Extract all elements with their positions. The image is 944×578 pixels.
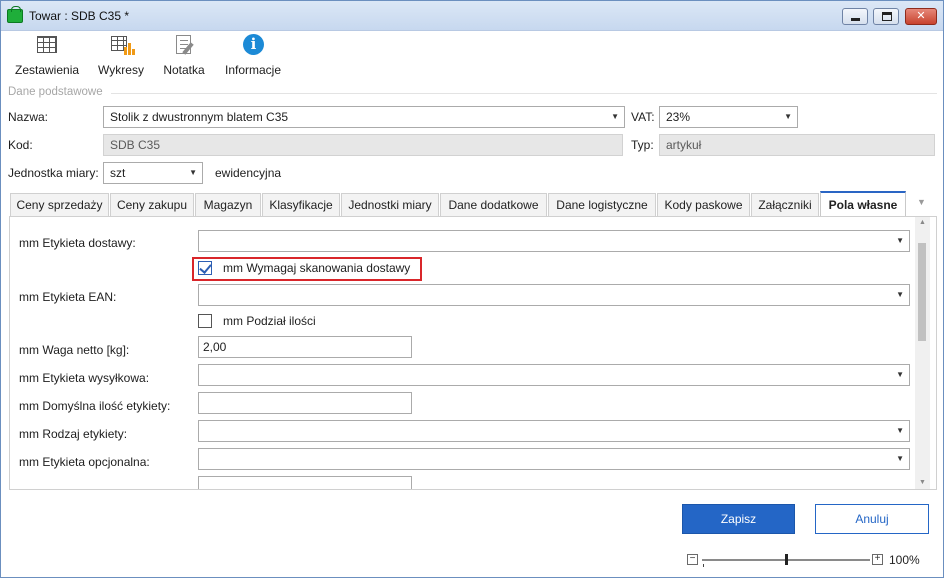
info-icon: i (241, 33, 265, 57)
domyslna-ilosc-input[interactable] (198, 392, 412, 414)
note-icon (172, 33, 196, 57)
tab-zalaczniki[interactable]: Załączniki (751, 193, 819, 217)
zestawienia-label: Zestawienia (15, 63, 80, 77)
etykieta-dostawy-combobox[interactable]: ▼ (198, 230, 910, 252)
chevron-down-icon: ▼ (189, 168, 197, 177)
chevron-down-icon: ▼ (896, 236, 904, 245)
vertical-scrollbar[interactable]: ▲ ▼ (915, 217, 930, 489)
zoom-level: 100% (889, 553, 920, 567)
checkbox-unchecked-icon[interactable] (198, 314, 212, 328)
minimize-icon (851, 18, 860, 21)
etykieta-wysylkowa-label: mm Etykieta wysyłkowa: (19, 371, 150, 385)
vat-value: 23% (666, 110, 691, 124)
toolbar: Zestawienia Wykresy Notatka i Informacje (1, 31, 943, 83)
waga-netto-label: mm Waga netto [kg]: (19, 343, 130, 357)
shopping-basket-icon (7, 6, 23, 23)
chevron-down-icon: ▼ (784, 112, 792, 121)
tab-overflow-chevron-icon[interactable]: ▼ (917, 197, 926, 207)
name-label: Nazwa: (8, 110, 49, 124)
chevron-down-icon: ▼ (896, 426, 904, 435)
section-title: Dane podstawowe (8, 86, 103, 98)
code-value: SDB C35 (110, 138, 161, 152)
zestawienia-button[interactable]: Zestawienia (15, 33, 79, 77)
tab-ceny-sprzedazy[interactable]: Ceny sprzedaży (10, 193, 109, 217)
scroll-up-icon[interactable]: ▲ (915, 219, 930, 226)
etykieta-opcjonalna-label: mm Etykieta opcjonalna: (19, 455, 150, 469)
scroll-thumb[interactable] (918, 243, 926, 341)
wykresy-label: Wykresy (98, 63, 144, 77)
custom-fields-panel: mm Etykieta dostawy: ▼ mm Wymagaj skanow… (9, 216, 937, 490)
table-icon (35, 33, 59, 57)
unit-kind-label: ewidencyjna (215, 166, 282, 180)
domyslna-ilosc-label: mm Domyślna ilość etykiety: (19, 399, 171, 413)
highlight-box (192, 257, 422, 281)
window-title: Towar : SDB C35 * (29, 9, 130, 23)
waga-netto-input[interactable]: 2,00 (198, 336, 412, 358)
unit-value: szt (110, 166, 126, 180)
etykieta-ean-combobox[interactable]: ▼ (198, 284, 910, 306)
section-divider (111, 93, 937, 94)
tab-magazyn[interactable]: Magazyn (195, 193, 261, 217)
etykieta-ean-label: mm Etykieta EAN: (19, 290, 117, 304)
informacje-button[interactable]: i Informacje (223, 33, 283, 77)
unit-label: Jednostka miary: (8, 166, 99, 180)
tab-ceny-zakupu[interactable]: Ceny zakupu (110, 193, 194, 217)
chevron-down-icon: ▼ (896, 370, 904, 379)
tab-pola-wlasne[interactable]: Pola własne (820, 191, 906, 218)
informacje-label: Informacje (224, 63, 282, 77)
notatka-label: Notatka (163, 63, 205, 77)
tab-dane-dodatkowe[interactable]: Dane dodatkowe (440, 193, 547, 217)
save-button[interactable]: Zapisz (682, 504, 795, 534)
close-button[interactable]: ✕ (905, 8, 937, 25)
tab-klasyfikacje[interactable]: Klasyfikacje (262, 193, 340, 217)
name-combobox[interactable]: Stolik z dwustronnym blatem C35 ▼ (103, 106, 625, 128)
type-label: Typ: (631, 138, 654, 152)
vat-select[interactable]: 23% ▼ (659, 106, 798, 128)
zoom-out-button[interactable]: − (687, 554, 698, 565)
name-value: Stolik z dwustronnym blatem C35 (110, 110, 289, 124)
type-field[interactable]: artykuł (659, 134, 935, 156)
tab-kody-paskowe[interactable]: Kody paskowe (657, 193, 750, 217)
chevron-down-icon: ▼ (896, 454, 904, 463)
zoom-slider-tick (703, 564, 704, 567)
next-field-input[interactable] (198, 476, 412, 489)
notatka-button[interactable]: Notatka (161, 33, 207, 77)
title-bar[interactable]: Towar : SDB C35 * ✕ (1, 1, 943, 31)
rodzaj-etykiety-combobox[interactable]: ▼ (198, 420, 910, 442)
code-field[interactable]: SDB C35 (103, 134, 623, 156)
etykieta-opcjonalna-combobox[interactable]: ▼ (198, 448, 910, 470)
type-value: artykuł (666, 138, 702, 152)
zoom-slider-thumb[interactable] (785, 554, 788, 565)
product-window: Towar : SDB C35 * ✕ Zestawienia Wykresy … (0, 0, 944, 578)
etykieta-wysylkowa-combobox[interactable]: ▼ (198, 364, 910, 386)
close-icon: ✕ (916, 10, 926, 22)
code-label: Kod: (8, 138, 33, 152)
chevron-down-icon: ▼ (896, 290, 904, 299)
unit-select[interactable]: szt ▼ (103, 162, 203, 184)
chart-table-icon (109, 33, 135, 57)
zoom-in-button[interactable]: + (872, 554, 883, 565)
wykresy-button[interactable]: Wykresy (97, 33, 145, 77)
tab-dane-logistyczne[interactable]: Dane logistyczne (548, 193, 656, 217)
podzial-ilosci-label: mm Podział ilości (223, 314, 316, 328)
scroll-down-icon[interactable]: ▼ (915, 479, 930, 486)
rodzaj-etykiety-label: mm Rodzaj etykiety: (19, 427, 128, 441)
etykieta-dostawy-label: mm Etykieta dostawy: (19, 236, 136, 250)
vat-label: VAT: (631, 110, 655, 124)
cancel-button[interactable]: Anuluj (815, 504, 929, 534)
chevron-down-icon: ▼ (611, 112, 619, 121)
minimize-button[interactable] (842, 8, 868, 25)
tab-jednostki-miary[interactable]: Jednostki miary (341, 193, 439, 217)
maximize-button[interactable] (873, 8, 899, 25)
maximize-icon (882, 12, 892, 21)
